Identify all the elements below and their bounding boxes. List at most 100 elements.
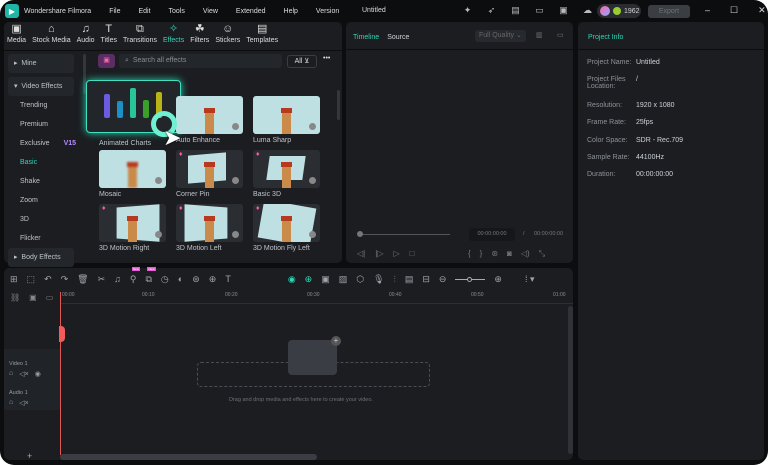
tab-source-preview[interactable]: Source xyxy=(387,34,409,41)
download-icon[interactable] xyxy=(155,231,162,238)
grid-scrollbar[interactable] xyxy=(337,90,340,120)
download-icon[interactable] xyxy=(155,177,162,184)
download-icon[interactable] xyxy=(309,177,316,184)
tab-filters[interactable]: ☘ Filters xyxy=(187,22,212,50)
tab-templates[interactable]: ▤ Templates xyxy=(243,22,281,50)
render-icon[interactable]: ⊛ xyxy=(491,249,498,259)
menu-help[interactable]: Help xyxy=(284,8,298,15)
add-track-plus-icon[interactable]: + xyxy=(27,451,32,461)
save-icon[interactable]: ▣ xyxy=(558,5,569,16)
effect-card-luma-sharp[interactable]: Luma Sharp xyxy=(253,96,320,144)
zoom-in-icon[interactable]: ⊕ xyxy=(494,274,502,285)
playhead[interactable] xyxy=(60,292,61,455)
mark-in-icon[interactable]: { xyxy=(468,249,471,259)
image-icon[interactable]: ▨ xyxy=(339,274,348,285)
menu-file[interactable]: File xyxy=(109,8,120,15)
play-icon[interactable]: ▷ xyxy=(393,249,399,258)
tab-titles[interactable]: T Titles xyxy=(98,22,120,50)
cut-icon[interactable]: ✂ xyxy=(98,274,106,285)
undo-icon[interactable]: ↶ xyxy=(44,274,52,285)
download-icon[interactable] xyxy=(232,231,239,238)
redo-icon[interactable]: ↷ xyxy=(61,274,69,285)
effect-card-corner-pin[interactable]: ♦ Corner Pin xyxy=(176,150,243,198)
sidebar-item-zoom[interactable]: Zoom xyxy=(4,191,78,210)
sidebar-item-mine[interactable]: ▸ Mine xyxy=(8,54,74,73)
zoom-slider-handle[interactable] xyxy=(467,276,473,282)
tab-audio[interactable]: ♫ Audio xyxy=(74,22,98,50)
snap-icon[interactable]: ⊕ xyxy=(305,274,313,285)
zoom-out-icon[interactable]: ⊖ xyxy=(439,274,447,285)
color-icon[interactable]: ◐ xyxy=(178,274,183,284)
speed-icon[interactable]: ◷ xyxy=(161,274,169,285)
audio-icon[interactable]: ♫ xyxy=(114,274,121,284)
download-icon[interactable] xyxy=(232,123,239,130)
effect-card-3d-motion-fly-left[interactable]: ♦ 3D Motion Fly Left xyxy=(253,204,320,252)
select-tool-icon[interactable]: ⬚ xyxy=(27,274,36,285)
link-icon[interactable]: ⛓ xyxy=(10,293,20,302)
more-options-icon[interactable]: ••• xyxy=(323,55,330,62)
grid-view-icon[interactable]: ▥ xyxy=(536,31,543,39)
playhead-handle[interactable] xyxy=(59,326,65,342)
horizontal-scrollbar[interactable] xyxy=(60,454,317,460)
mixer-icon[interactable]: ⫶ xyxy=(394,274,396,285)
mute-icon[interactable]: ◁× xyxy=(19,399,28,407)
tab-timeline-preview[interactable]: Timeline xyxy=(353,34,379,41)
mask-icon[interactable]: ⊛ xyxy=(192,274,200,285)
menu-extended[interactable]: Extended xyxy=(236,8,266,15)
effect-card-3d-motion-left[interactable]: ♦ 3D Motion Left xyxy=(176,204,243,252)
effect-card-mosaic[interactable]: Mosaic xyxy=(99,150,166,198)
menu-version[interactable]: Version xyxy=(316,8,339,15)
rocket-icon[interactable]: ➶ xyxy=(486,5,497,16)
sidebar-item-trending[interactable]: Trending xyxy=(4,96,78,115)
next-frame-icon[interactable]: |▷ xyxy=(375,249,383,258)
track-manager-icon[interactable]: ▣ xyxy=(29,293,37,302)
close-icon[interactable]: ✕ xyxy=(758,5,766,16)
volume-icon[interactable]: ◁) xyxy=(521,249,530,259)
menu-tools[interactable]: Tools xyxy=(169,8,185,15)
fullscreen-icon[interactable]: ⤡ xyxy=(539,249,545,259)
tab-stock-media[interactable]: ⌂ Stock Media xyxy=(29,22,74,50)
download-icon[interactable] xyxy=(309,123,316,130)
menu-view[interactable]: View xyxy=(203,8,218,15)
avatar[interactable] xyxy=(600,6,610,16)
shield-icon[interactable]: ⬡ xyxy=(356,274,364,285)
sidebar-item-exclusive[interactable]: Exclusive V15 xyxy=(4,134,78,153)
ai-tool-icon[interactable]: ⚲ New xyxy=(130,266,140,285)
folder-icon[interactable]: ⌂ xyxy=(9,399,13,407)
progress-slider-handle[interactable] xyxy=(357,231,363,237)
layout-icon[interactable]: ⊞ xyxy=(10,274,18,285)
vertical-scrollbar[interactable] xyxy=(568,306,573,454)
minimize-icon[interactable]: – xyxy=(705,5,710,16)
search-input[interactable]: ⌕ Search all effects xyxy=(119,54,282,68)
quality-dropdown[interactable]: Full Quality ⌄ xyxy=(475,30,526,42)
monitor-icon[interactable]: ▭ xyxy=(534,5,545,16)
crop-icon[interactable]: ⧉ New xyxy=(145,266,156,285)
gift-icon[interactable]: ✦ xyxy=(462,5,473,16)
microphone-icon[interactable]: 🎙︎ xyxy=(373,274,384,285)
add-track-icon[interactable]: ▭ xyxy=(46,293,54,302)
tab-effects[interactable]: ✧ Effects xyxy=(160,22,187,50)
ai-effects-button[interactable]: ▣ xyxy=(98,54,115,68)
maximize-icon[interactable]: ☐ xyxy=(730,5,738,16)
timeline-ruler[interactable]: 00:00 00:10 00:20 00:30 00:40 00:50 01:0… xyxy=(60,290,573,304)
cloud-upload-icon[interactable]: ☁ xyxy=(582,5,593,16)
sidebar-item-flicker[interactable]: Flicker xyxy=(4,229,78,248)
tab-stickers[interactable]: ☺ Stickers xyxy=(212,22,243,50)
sidebar-item-3d[interactable]: 3D xyxy=(4,210,78,229)
stop-icon[interactable]: □ xyxy=(410,249,415,258)
fit-icon[interactable]: ⊟ xyxy=(422,274,430,285)
sidebar-item-body-effects[interactable]: ▸ Body Effects xyxy=(8,248,74,267)
text-tool-icon[interactable]: T xyxy=(225,274,231,284)
effect-card-auto-enhance[interactable]: Auto Enhance xyxy=(176,96,243,144)
document-icon[interactable]: ▤ xyxy=(510,5,521,16)
sidebar-item-video-effects[interactable]: ▾ Video Effects xyxy=(8,77,74,96)
mute-icon[interactable]: ◁× xyxy=(19,370,28,378)
delete-icon[interactable]: 🗑︎ xyxy=(77,274,88,285)
download-icon[interactable] xyxy=(309,231,316,238)
render-preview-icon[interactable]: ◉ xyxy=(288,274,296,285)
zoom-slider[interactable] xyxy=(455,276,486,282)
sidebar-item-shake[interactable]: Shake xyxy=(4,172,78,191)
snapshot-chart-icon[interactable]: ▭ xyxy=(557,31,564,39)
camera-icon[interactable]: ◙ xyxy=(507,249,512,259)
ai-edit-icon[interactable]: ⊕ xyxy=(209,274,217,285)
